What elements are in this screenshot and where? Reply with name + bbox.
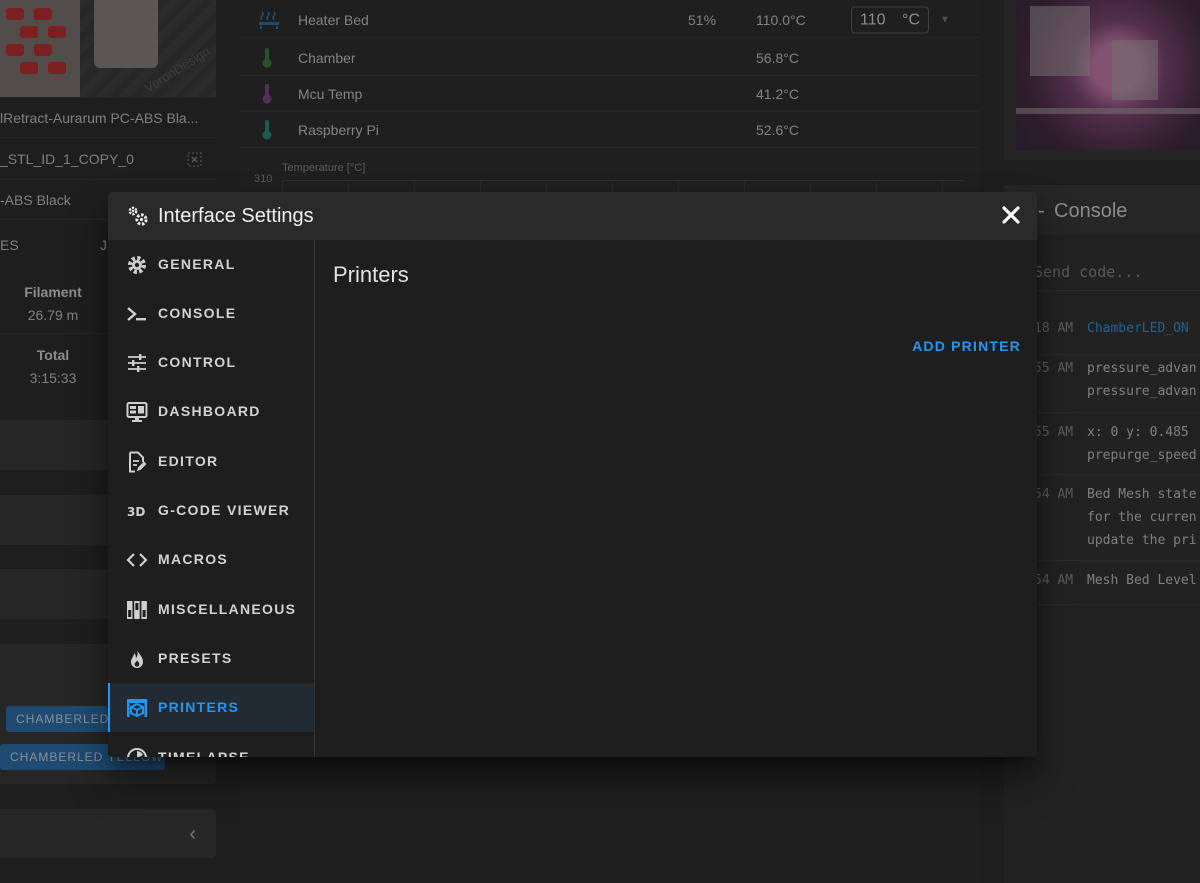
nav-label: G-CODE VIEWER (158, 502, 291, 518)
nav-label: MACROS (158, 551, 229, 567)
nav-editor[interactable]: EDITOR (108, 437, 314, 486)
settings-content: Printers ADD PRINTER (316, 240, 1037, 757)
settings-nav: GENERAL CONSOLE CONTROL DASHBOARD EDITOR… (108, 240, 315, 757)
printer-3d-icon (127, 699, 147, 718)
sliders-icon (128, 354, 146, 372)
nav-label: CONTROL (158, 354, 237, 370)
content-title: Printers (333, 262, 409, 287)
nav-dashboard[interactable]: DASHBOARD (108, 387, 314, 436)
nav-timelapse[interactable]: TIMELAPSE (108, 733, 314, 757)
nav-label: TIMELAPSE (158, 749, 250, 757)
nav-console[interactable]: CONSOLE (108, 289, 314, 338)
dip-switch-icon (127, 601, 147, 619)
file-edit-icon (129, 451, 147, 473)
nav-label: EDITOR (158, 453, 219, 469)
nav-label: PRESETS (158, 650, 233, 666)
dialog-title: Interface Settings (158, 205, 314, 227)
console-icon (127, 307, 146, 321)
nav-label: CONSOLE (158, 305, 237, 321)
interface-settings-dialog: Interface Settings GENERAL CONSOLE CONTR… (108, 192, 1037, 757)
nav-label: DASHBOARD (158, 403, 261, 419)
nav-label: MISCELLANEOUS (158, 601, 297, 617)
timelapse-icon (127, 748, 147, 757)
nav-printers[interactable]: PRINTERS (108, 683, 314, 732)
nav-control[interactable]: CONTROL (108, 338, 314, 387)
nav-miscellaneous[interactable]: MISCELLANEOUS (108, 585, 314, 634)
nav-macros[interactable]: MACROS (108, 535, 314, 584)
cog-icon (128, 256, 146, 274)
nav-general[interactable]: GENERAL (108, 240, 314, 289)
close-icon[interactable] (999, 203, 1023, 227)
cogs-icon (128, 206, 148, 226)
nav-presets[interactable]: PRESETS (108, 634, 314, 683)
dialog-header: Interface Settings (108, 192, 1037, 240)
nav-label: GENERAL (158, 256, 236, 272)
svg-text:3D: 3D (127, 505, 145, 519)
code-tags-icon (126, 553, 148, 567)
monitor-dashboard-icon (126, 402, 148, 422)
nav-label: PRINTERS (158, 699, 240, 715)
add-printer-button[interactable]: ADD PRINTER (912, 338, 1021, 354)
fire-icon (131, 649, 143, 668)
nav-gcode-viewer[interactable]: 3D G-CODE VIEWER (108, 486, 314, 535)
3d-icon: 3D (127, 505, 145, 519)
